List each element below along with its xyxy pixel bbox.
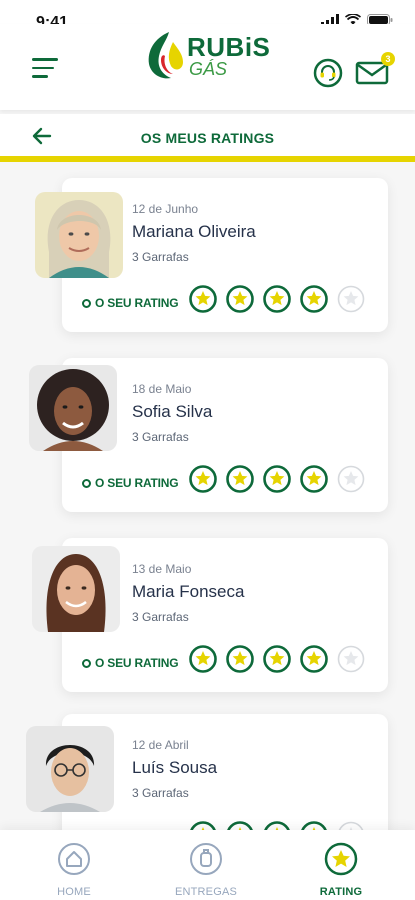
delivery-icon — [190, 843, 222, 875]
menu-bar-bottom — [32, 75, 48, 78]
star-filled-icon[interactable] — [226, 645, 254, 673]
brand-subname: GÁS — [189, 59, 228, 79]
page-title: OS MEUS RATINGS — [140, 130, 275, 146]
star-empty-icon[interactable] — [337, 465, 365, 493]
bottle-quantity: 3 Garrafas — [132, 250, 189, 264]
avatar — [35, 192, 123, 278]
star-filled-icon[interactable] — [226, 285, 254, 313]
nav-label: RATING — [319, 886, 363, 898]
bottle-quantity: 3 Garrafas — [132, 610, 189, 624]
star-empty-icon[interactable] — [337, 285, 365, 313]
avatar — [26, 726, 114, 812]
star-rating — [189, 645, 365, 673]
star-filled-icon[interactable] — [263, 285, 291, 313]
rubis-gas-logo: RUBiS GÁS — [143, 26, 273, 86]
rating-date: 12 de Junho — [132, 202, 199, 216]
app-header: RUBiS GÁS 3 — [0, 24, 415, 110]
avatar — [29, 365, 117, 451]
customer-name: Maria Fonseca — [132, 582, 245, 601]
brand-name: RUBiS — [187, 32, 271, 62]
support-headset-icon[interactable] — [313, 58, 343, 88]
star-filled-icon[interactable] — [300, 285, 328, 313]
star-filled-icon[interactable] — [263, 645, 291, 673]
rating-label: O SEU RATING — [82, 296, 179, 310]
bottom-nav: HOME ENTREGAS RATING — [0, 830, 415, 900]
nav-entregas[interactable]: ENTREGAS — [166, 842, 246, 898]
avatar — [32, 546, 120, 632]
rating-label-text: O SEU RATING — [95, 476, 179, 490]
nav-label: ENTREGAS — [174, 886, 238, 898]
customer-name: Mariana Oliveira — [132, 222, 256, 241]
nav-rating[interactable]: RATING — [301, 842, 381, 898]
rating-label: O SEU RATING — [82, 476, 179, 490]
customer-name: Sofia Silva — [132, 402, 213, 421]
star-filled-icon[interactable] — [189, 465, 217, 493]
star-rating — [189, 285, 365, 313]
rating-label-text: O SEU RATING — [95, 296, 179, 310]
menu-bar-top — [32, 58, 58, 61]
star-filled-icon[interactable] — [300, 465, 328, 493]
hamburger-menu-icon[interactable] — [32, 58, 58, 78]
mail-badge: 3 — [381, 52, 395, 66]
star-filled-icon[interactable] — [226, 465, 254, 493]
nav-label: HOME — [57, 886, 91, 898]
rating-date: 12 de Abril — [132, 738, 189, 752]
page-subheader: OS MEUS RATINGS — [0, 114, 415, 162]
rating-label: O SEU RATING — [82, 656, 179, 670]
star-filled-icon[interactable] — [300, 645, 328, 673]
star-rating — [189, 465, 365, 493]
home-icon — [58, 843, 90, 875]
star-filled-icon[interactable] — [189, 645, 217, 673]
star-filled-icon[interactable] — [263, 465, 291, 493]
flame-logo-icon — [148, 32, 183, 79]
star-empty-icon[interactable] — [337, 645, 365, 673]
rating-date: 13 de Maio — [132, 562, 192, 576]
customer-name: Luís Sousa — [132, 758, 218, 777]
menu-bar-middle — [32, 66, 54, 69]
rating-date: 18 de Maio — [132, 382, 192, 396]
bottle-quantity: 3 Garrafas — [132, 786, 189, 800]
star-filled-icon[interactable] — [189, 285, 217, 313]
rating-label-text: O SEU RATING — [95, 656, 179, 670]
mail-button[interactable]: 3 — [355, 52, 395, 86]
bottle-quantity: 3 Garrafas — [132, 430, 189, 444]
nav-home[interactable]: HOME — [34, 842, 114, 898]
star-icon — [324, 842, 358, 876]
